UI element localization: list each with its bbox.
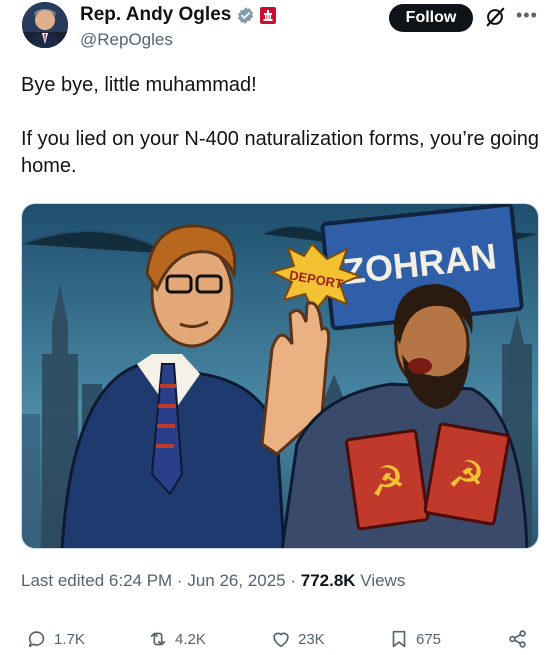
verified-badge-icon (238, 6, 254, 24)
repost-count: 4.2K (175, 630, 206, 648)
author-handle[interactable]: @RepOgles (80, 30, 173, 50)
post-text-line: If you lied on your N-400 naturalization… (21, 128, 540, 177)
comic-illustration: ZOHRAN DEPORT ☭ ☭ (22, 204, 538, 548)
post-text-line: Bye bye, little muhammad! (21, 74, 257, 96)
views-label: Views (355, 571, 406, 590)
action-bar: 1.7K 4.2K 23K 675 (0, 628, 559, 655)
heart-icon (273, 632, 289, 648)
like-button[interactable]: 23K (270, 628, 325, 650)
bookmark-icon (392, 630, 406, 648)
post-header: Rep. Andy Ogles @RepOgles Follow ••• (0, 0, 559, 60)
author-name-row: Rep. Andy Ogles (80, 4, 277, 26)
author-name[interactable]: Rep. Andy Ogles (80, 4, 231, 26)
like-count: 23K (298, 630, 325, 648)
repost-button[interactable]: 4.2K (147, 628, 206, 650)
post-meta: Last edited 6:24 PM · Jun 26, 2025 · 772… (21, 571, 405, 591)
reply-button[interactable]: 1.7K (26, 628, 85, 650)
hammer-sickle-icon: ☭ (366, 456, 408, 507)
grok-icon[interactable] (484, 6, 506, 28)
views-count: 772.8K (300, 571, 356, 590)
government-affiliation-icon (260, 6, 277, 24)
bookmark-count: 675 (416, 630, 442, 648)
more-options-icon[interactable]: ••• (516, 6, 538, 24)
reply-count: 1.7K (54, 630, 85, 648)
post-text: Bye bye, little muhammad! If you lied on… (21, 72, 541, 180)
share-icon (509, 630, 526, 648)
repost-icon (150, 632, 166, 646)
author-avatar[interactable] (22, 2, 68, 48)
share-button[interactable] (507, 628, 529, 650)
post-timestamp[interactable]: Last edited 6:24 PM · Jun 26, 2025 · (21, 571, 301, 590)
follow-button[interactable]: Follow (389, 4, 473, 32)
reply-icon (28, 631, 45, 648)
bookmark-button[interactable]: 675 (388, 628, 441, 650)
post-image[interactable]: ZOHRAN DEPORT ☭ ☭ (21, 203, 539, 549)
